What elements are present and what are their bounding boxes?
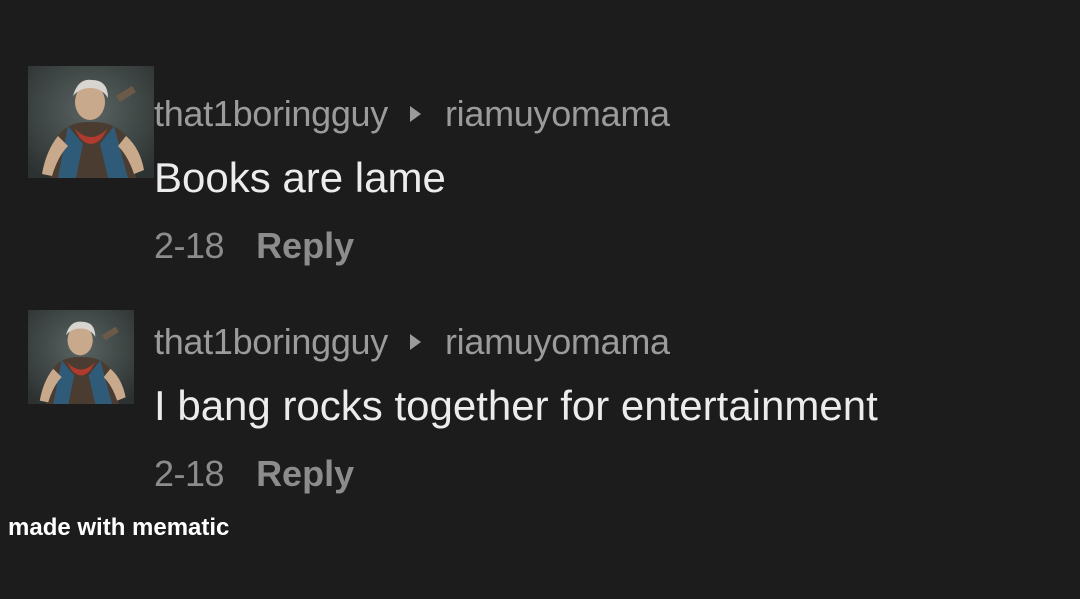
username[interactable]: that1boringguy — [154, 321, 388, 363]
avatar-image — [28, 310, 134, 404]
comment-body: that1boringguy riamuyomama I bang rocks … — [154, 321, 878, 496]
comment-body: that1boringguy riamuyomama Books are lam… — [154, 93, 670, 268]
reply-button[interactable]: Reply — [256, 453, 354, 495]
reply-to-username[interactable]: riamuyomama — [445, 93, 670, 135]
reply-to-username[interactable]: riamuyomama — [445, 321, 670, 363]
avatar[interactable] — [28, 310, 134, 404]
avatar-image — [28, 66, 154, 178]
comment-actions: 2-18 Reply — [154, 452, 878, 496]
reply-button[interactable]: Reply — [256, 225, 354, 267]
reply-arrow-icon — [409, 334, 421, 350]
username[interactable]: that1boringguy — [154, 93, 388, 135]
avatar[interactable] — [28, 66, 154, 178]
watermark: made with mematic — [8, 514, 230, 541]
comment-actions: 2-18 Reply — [154, 224, 670, 268]
comment-text: I bang rocks together for entertainment — [154, 382, 878, 429]
comment-date: 2-18 — [154, 453, 225, 494]
comment-meta: that1boringguy riamuyomama — [154, 93, 670, 135]
comment-text: Books are lame — [154, 154, 446, 201]
comment-meta: that1boringguy riamuyomama — [154, 321, 878, 363]
reply-arrow-icon — [409, 106, 421, 122]
comment-date: 2-18 — [154, 225, 225, 266]
